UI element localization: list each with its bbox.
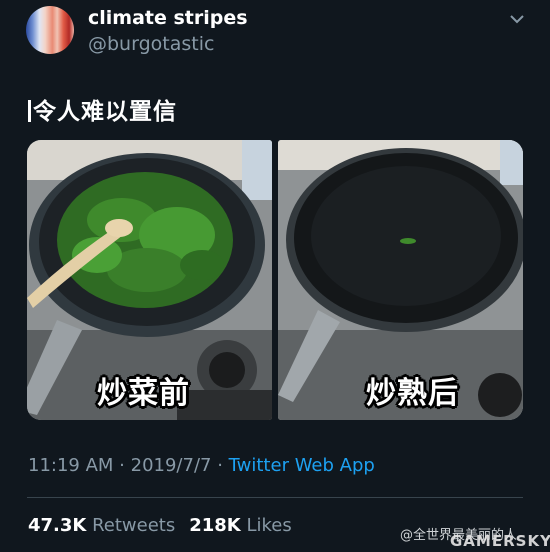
watermark-brand: GAMERSKY (450, 532, 550, 550)
user-handle[interactable]: @burgotastic (88, 33, 214, 55)
tweet-meta: 11:19 AM · 2019/7/7 · Twitter Web App (28, 455, 375, 476)
divider (27, 497, 523, 498)
chevron-down-icon[interactable] (507, 12, 527, 28)
tweet-date[interactable]: 2019/7/7 (131, 455, 212, 476)
likes-stat[interactable]: 218K Likes (189, 515, 292, 536)
tweet-stats: 47.3K Retweets 218K Likes (28, 515, 292, 536)
tweet-text: 令人难以置信 (28, 92, 177, 126)
display-name[interactable]: climate stripes (88, 7, 248, 29)
likes-count: 218K (189, 515, 241, 536)
retweets-count: 47.3K (28, 515, 87, 536)
source-app-link[interactable]: Twitter Web App (229, 455, 375, 476)
retweets-stat[interactable]: 47.3K Retweets (28, 515, 175, 536)
tweet-time[interactable]: 11:19 AM (28, 455, 113, 476)
avatar[interactable] (26, 6, 74, 54)
retweets-label: Retweets (92, 515, 176, 536)
meta-separator: · (211, 455, 229, 476)
likes-label: Likes (246, 515, 292, 536)
photo-after[interactable]: 炒熟后 (278, 140, 523, 420)
photo-caption-after: 炒熟后 (366, 376, 459, 411)
photo-before[interactable]: 炒菜前 (27, 140, 272, 420)
meta-separator: · (113, 455, 131, 476)
photo-caption-before: 炒菜前 (97, 376, 190, 411)
